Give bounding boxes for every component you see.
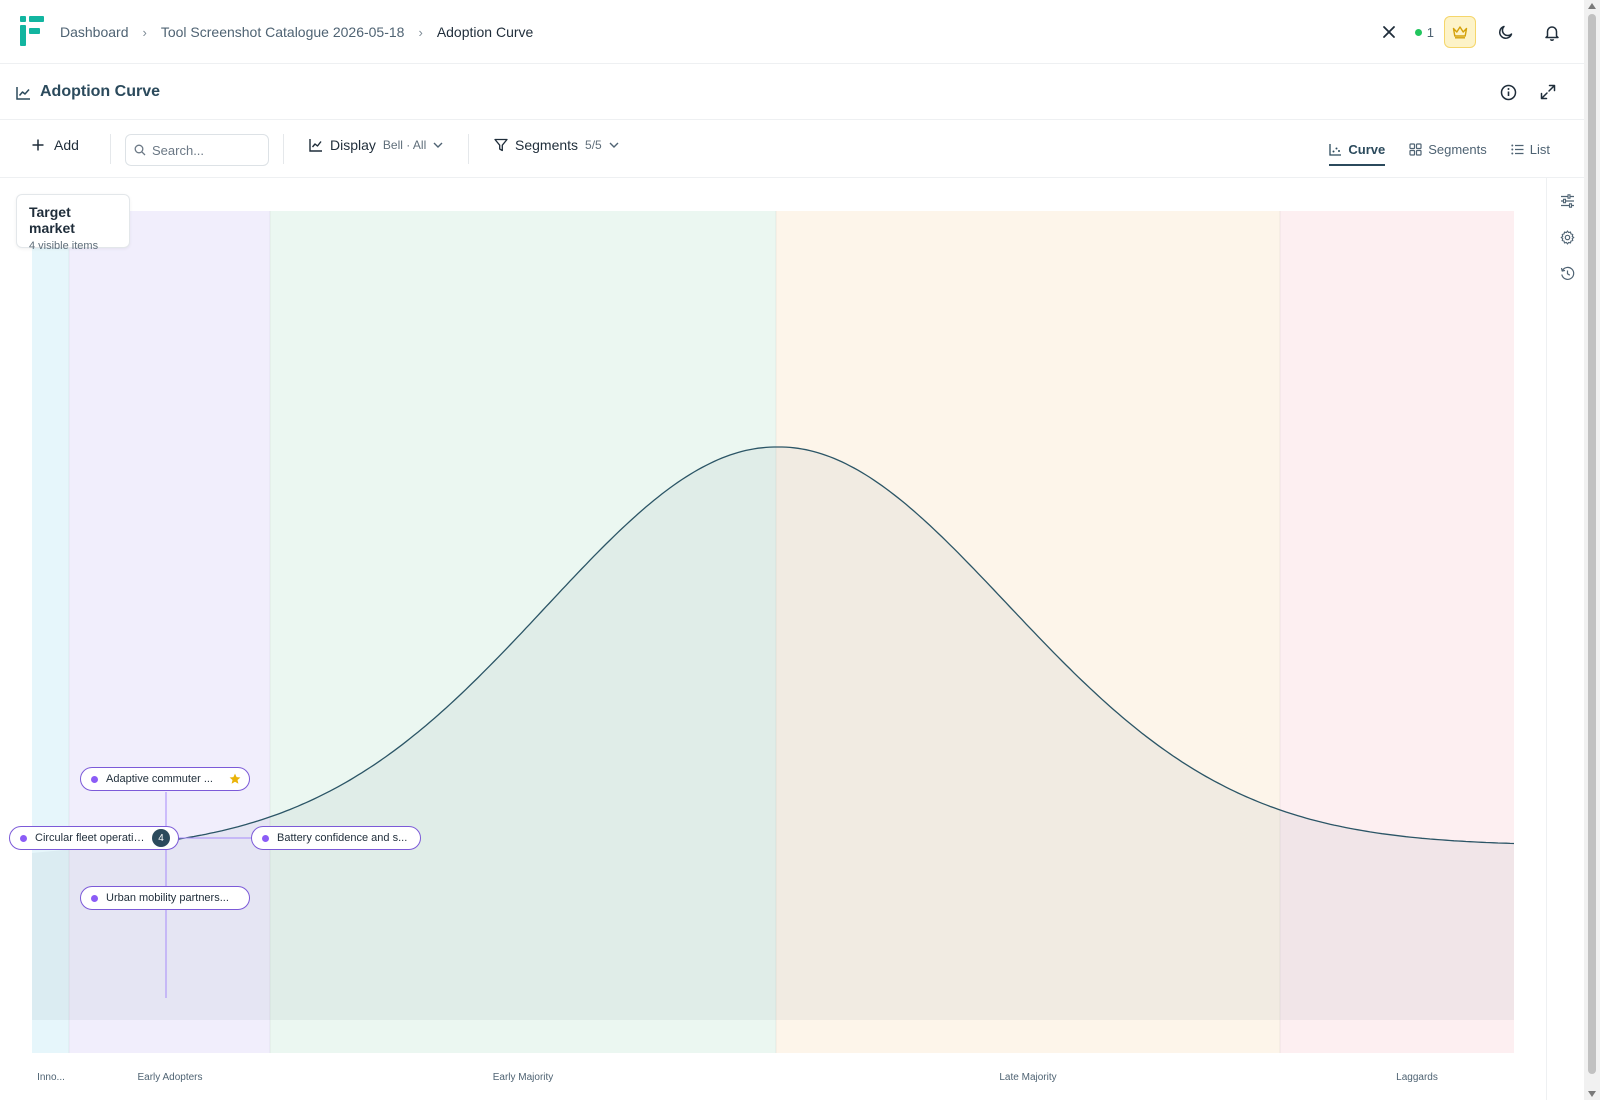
tab-list-label: List — [1529, 141, 1550, 157]
segment-label: Laggards — [1396, 1072, 1438, 1083]
filter-icon — [494, 138, 508, 152]
plus-icon — [32, 139, 44, 151]
close-icon — [1382, 26, 1395, 38]
display-label: Display — [330, 137, 376, 153]
premium-button[interactable] — [1444, 16, 1476, 48]
item-label: Battery confidence and s... — [277, 832, 408, 844]
page-scrollbar[interactable] — [1584, 0, 1600, 1100]
item-dot-icon — [262, 834, 269, 842]
add-label: Add — [54, 137, 79, 153]
presence-indicator[interactable]: 1 — [1405, 25, 1444, 40]
theme-toggle-button[interactable] — [1490, 16, 1522, 48]
scroll-down-icon[interactable] — [1588, 1091, 1596, 1097]
title-bar: Adoption Curve — [0, 64, 1584, 120]
search-box[interactable] — [125, 134, 269, 166]
segment-label: Early Adopters — [137, 1072, 203, 1083]
search-icon — [134, 144, 146, 156]
item-pill[interactable]: Circular fleet operations 4 — [9, 826, 179, 850]
adoption-chart[interactable] — [0, 178, 1546, 1100]
line-chart-icon — [16, 87, 30, 100]
online-dot-icon — [1414, 28, 1422, 36]
adjustments-button[interactable] — [1558, 192, 1576, 210]
scroll-up-icon[interactable] — [1588, 3, 1596, 9]
add-button[interactable]: Add — [32, 137, 79, 153]
segment-label: Late Majority — [999, 1072, 1057, 1083]
history-icon — [1560, 266, 1574, 280]
right-rail — [1546, 178, 1584, 1100]
display-dropdown[interactable]: Display Bell · All — [309, 137, 443, 153]
target-market-card[interactable]: Target market 4 visible items — [16, 194, 130, 252]
presence-count: 1 — [1426, 24, 1434, 40]
tab-segments-label: Segments — [1428, 141, 1487, 157]
segments-value: 5/5 — [585, 138, 602, 152]
display-value: Bell · All — [382, 138, 427, 152]
history-button[interactable] — [1558, 264, 1576, 282]
app-logo[interactable] — [20, 16, 44, 46]
tab-curve[interactable]: Curve — [1329, 120, 1385, 178]
item-label: Circular fleet operations — [35, 832, 149, 844]
sliders-icon — [1560, 194, 1574, 208]
notifications-button[interactable] — [1536, 16, 1568, 48]
chevron-down-icon — [433, 142, 443, 148]
line-chart-icon — [309, 139, 322, 152]
scroll-thumb[interactable] — [1588, 14, 1596, 1074]
top-actions: 1 — [1373, 0, 1584, 64]
tab-list[interactable]: List — [1511, 120, 1550, 178]
item-dot-icon — [20, 834, 27, 842]
target-market-subtitle: 4 visible items — [29, 240, 99, 252]
toolbar-divider — [283, 134, 284, 164]
expand-button[interactable] — [1532, 76, 1564, 108]
top-bar: Dashboard › Tool Screenshot Catalogue 20… — [0, 0, 1584, 64]
toolbar-divider — [468, 134, 469, 164]
item-label: Adaptive commuter ... — [106, 773, 213, 785]
search-input[interactable] — [152, 142, 262, 158]
item-pill[interactable]: Adaptive commuter ... — [80, 767, 250, 791]
segments-label: Segments — [515, 137, 579, 153]
item-dot-icon — [91, 894, 98, 902]
chevron-right-icon: › — [418, 24, 423, 40]
crown-icon — [1452, 26, 1468, 39]
item-pill[interactable]: Urban mobility partners... — [80, 886, 250, 910]
moon-icon — [1499, 25, 1513, 39]
title-actions — [1492, 76, 1564, 108]
item-label: Urban mobility partners... — [106, 892, 229, 904]
bell-icon — [1545, 25, 1559, 41]
breadcrumb: Dashboard › Tool Screenshot Catalogue 20… — [60, 0, 533, 64]
item-count-badge: 4 — [152, 829, 170, 847]
item-pill[interactable]: Battery confidence and s... — [251, 826, 421, 850]
scatter-chart-icon — [1329, 143, 1342, 156]
breadcrumb-catalogue[interactable]: Tool Screenshot Catalogue 2026-05-18 — [161, 24, 405, 40]
settings-button[interactable] — [1558, 228, 1576, 246]
grid-icon — [1409, 142, 1422, 156]
tab-curve-label: Curve — [1348, 141, 1386, 157]
toolbar: Add Display Bell · All Segments 5/5 Curv… — [0, 120, 1584, 178]
breadcrumb-current: Adoption Curve — [436, 24, 534, 40]
close-button[interactable] — [1373, 16, 1405, 48]
segment-label: Inno... — [37, 1072, 65, 1083]
view-tabs: Curve Segments List — [1329, 120, 1550, 178]
info-button[interactable] — [1492, 76, 1524, 108]
info-icon — [1500, 84, 1516, 100]
star-icon — [229, 773, 241, 784]
expand-icon — [1540, 84, 1556, 100]
segments-dropdown[interactable]: Segments 5/5 — [494, 137, 619, 153]
tab-segments[interactable]: Segments — [1409, 120, 1487, 178]
gear-icon — [1560, 229, 1574, 245]
target-market-title: Target market — [29, 204, 75, 236]
chevron-right-icon: › — [142, 24, 147, 40]
breadcrumb-dashboard[interactable]: Dashboard — [60, 24, 129, 40]
segment-label: Early Majority — [492, 1072, 554, 1083]
list-icon — [1511, 144, 1524, 154]
page-title: Adoption Curve — [40, 83, 160, 100]
chevron-down-icon — [609, 142, 619, 148]
toolbar-divider — [110, 134, 111, 164]
item-dot-icon — [91, 775, 98, 783]
